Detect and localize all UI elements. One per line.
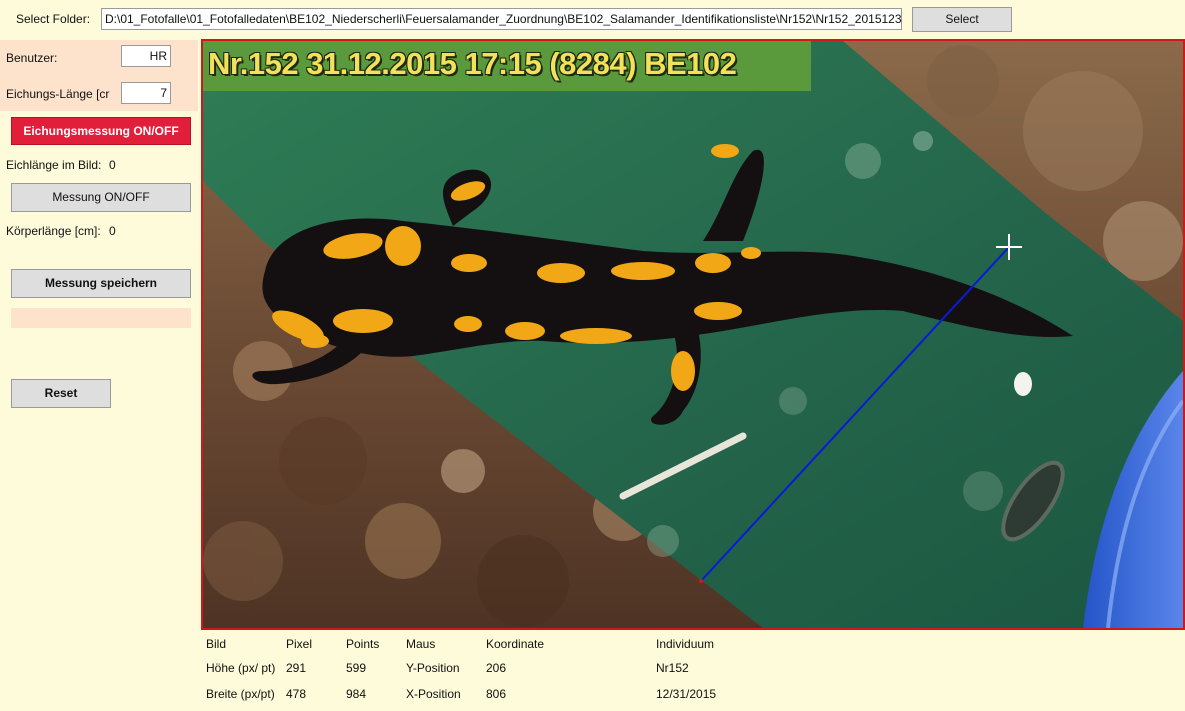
salamander-photo[interactable]: Nr.152 31.12.2015 17:15 (8284) BE102 (201, 39, 1185, 630)
benutzer-input[interactable]: HR (121, 45, 171, 67)
koerperlaenge-value: 0 (109, 224, 116, 238)
hoehe-points: 599 (346, 661, 367, 675)
header-individuum: Individuum (656, 637, 715, 651)
benutzer-label: Benutzer: (6, 51, 58, 65)
eichlaenge-bild-label: Eichlänge im Bild: (6, 158, 102, 172)
photo-canvas[interactable] (203, 41, 1183, 628)
x-position-label: X-Position (406, 687, 461, 701)
y-position-label: Y-Position (406, 661, 460, 675)
select-button[interactable]: Select (912, 7, 1012, 32)
header-pixel: Pixel (286, 637, 313, 651)
x-position-value: 806 (486, 687, 507, 701)
eichlaenge-label: Eichungs-Länge [cr (6, 87, 110, 101)
koerperlaenge-label: Körperlänge [cm]: (6, 224, 101, 238)
photo-timestamp-stamp: Nr.152 31.12.2015 17:15 (8284) BE102 (203, 41, 811, 91)
breite-points: 984 (346, 687, 367, 701)
y-position-value: 206 (486, 661, 507, 675)
eichungsmessung-button[interactable]: Eichungsmessung ON/OFF (11, 117, 191, 145)
hoehe-label: Höhe (px/ pt) (206, 661, 276, 675)
individuum-date: 12/31/2015 (656, 687, 717, 701)
breite-label: Breite (px/pt) (206, 687, 275, 701)
reset-button[interactable]: Reset (11, 379, 111, 408)
breite-pixel: 478 (286, 687, 307, 701)
messung-button[interactable]: Messung ON/OFF (11, 183, 191, 212)
header-maus: Maus (406, 637, 436, 651)
header-koordinate: Koordinate (486, 637, 545, 651)
status-bar (11, 308, 191, 328)
header-bild: Bild (206, 637, 227, 651)
hoehe-pixel: 291 (286, 661, 307, 675)
header-points: Points (346, 637, 380, 651)
messung-speichern-button[interactable]: Messung speichern (11, 269, 191, 298)
individuum-id: Nr152 (656, 661, 689, 675)
eichlaenge-bild-value: 0 (109, 158, 116, 172)
eichlaenge-input[interactable]: 7 (121, 82, 171, 104)
folder-path-input[interactable]: D:\01_Fotofalle\01_Fotofalledaten\BE102_… (101, 8, 902, 30)
select-folder-label: Select Folder: (16, 12, 91, 26)
